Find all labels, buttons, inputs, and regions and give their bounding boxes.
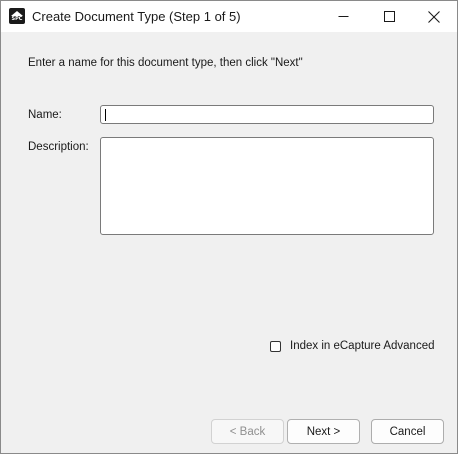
dialog-window: SPC Create Document Type (Step 1 of 5) E… bbox=[0, 0, 458, 454]
name-label: Name: bbox=[28, 109, 62, 121]
index-checkbox[interactable] bbox=[270, 341, 281, 352]
close-button[interactable] bbox=[411, 1, 457, 32]
window-title: Create Document Type (Step 1 of 5) bbox=[32, 9, 241, 24]
title-bar[interactable]: SPC Create Document Type (Step 1 of 5) bbox=[1, 1, 457, 32]
name-input[interactable] bbox=[100, 105, 434, 124]
index-checkbox-label[interactable]: Index in eCapture Advanced bbox=[290, 340, 435, 352]
minimize-button[interactable] bbox=[320, 1, 366, 32]
close-icon bbox=[428, 10, 440, 23]
back-button[interactable]: < Back bbox=[211, 419, 284, 444]
description-textarea[interactable] bbox=[100, 137, 434, 235]
text-caret bbox=[105, 109, 106, 121]
maximize-icon bbox=[383, 11, 395, 22]
instruction-text: Enter a name for this document type, the… bbox=[28, 57, 303, 69]
minimize-icon bbox=[338, 16, 348, 17]
next-button[interactable]: Next > bbox=[287, 419, 360, 444]
maximize-button[interactable] bbox=[366, 1, 412, 32]
cancel-button[interactable]: Cancel bbox=[371, 419, 444, 444]
description-label: Description: bbox=[28, 141, 89, 153]
app-logo-icon: SPC bbox=[9, 8, 25, 24]
